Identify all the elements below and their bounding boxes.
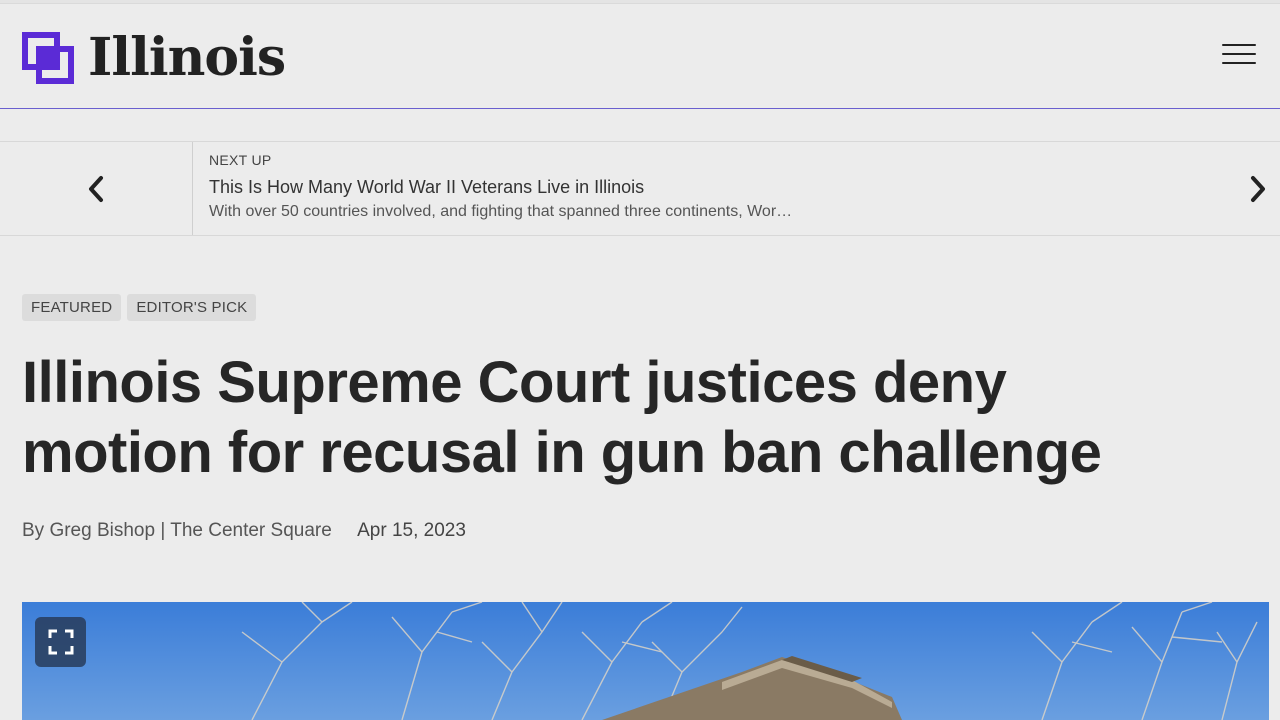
article-byline: By Greg Bishop | The Center Square Apr 1…: [22, 520, 466, 542]
tag-editors-pick[interactable]: EDITOR'S PICK: [127, 294, 257, 321]
hero-image: [22, 602, 1269, 720]
previous-article-button[interactable]: [0, 142, 193, 235]
fullscreen-expand-button[interactable]: [35, 617, 86, 667]
fullscreen-expand-icon: [48, 629, 73, 655]
headline-line-2: motion for recusal in gun ban challenge: [22, 420, 1102, 485]
article-tags: FEATURED EDITOR'S PICK: [22, 294, 262, 321]
hamburger-menu-icon[interactable]: [1222, 44, 1256, 68]
site-header: Illinois: [0, 4, 1280, 109]
logo-mark-icon: [22, 32, 74, 84]
next-article-button[interactable]: [1236, 142, 1280, 235]
logo-text: Illinois: [88, 27, 286, 88]
article-headline: Illinois Supreme Court justices deny mot…: [22, 348, 1222, 488]
author-link[interactable]: By Greg Bishop | The Center Square: [22, 520, 332, 541]
next-up-bar: NEXT UP This Is How Many World War II Ve…: [0, 141, 1280, 236]
site-logo[interactable]: Illinois: [22, 27, 286, 88]
publish-date: Apr 15, 2023: [357, 520, 466, 541]
chevron-left-icon: [89, 175, 103, 202]
tag-featured[interactable]: FEATURED: [22, 294, 122, 321]
chevron-right-icon: [1251, 175, 1265, 202]
next-up-label: NEXT UP: [209, 152, 272, 168]
headline-line-1: Illinois Supreme Court justices deny: [22, 350, 1007, 415]
next-up-title-link[interactable]: This Is How Many World War II Veterans L…: [209, 177, 644, 198]
next-up-description: With over 50 countries involved, and fig…: [209, 203, 793, 220]
